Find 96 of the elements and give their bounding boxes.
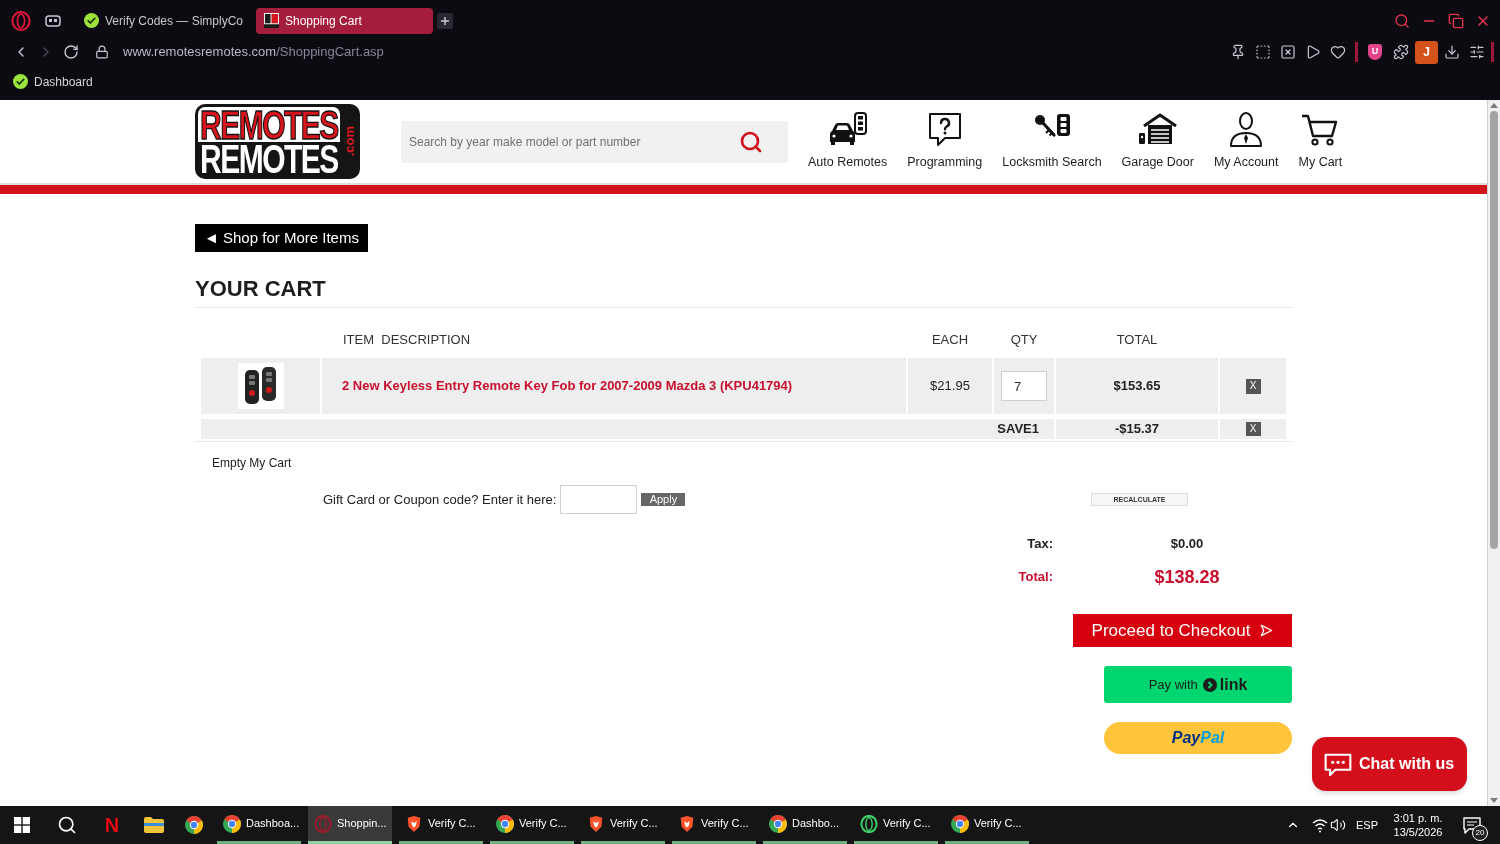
scrollbar-track[interactable] [1487,100,1500,806]
browser-tab[interactable]: Shopping Cart [256,7,433,34]
check-badge-icon [13,74,28,89]
chat-bubble-icon [1323,751,1353,777]
checkout-button[interactable]: Proceed to Checkout [1073,614,1292,647]
table-cell: $21.95 [908,358,992,414]
scroll-up-icon[interactable] [1490,103,1498,108]
triangle-arrow-icon[interactable] [1305,44,1321,60]
favicon-icon [264,13,279,28]
language-indicator[interactable]: ESP [1356,816,1378,834]
check-badge-icon [84,13,99,28]
letter-logo[interactable]: N [104,815,120,835]
sliders-icon[interactable] [1469,44,1485,60]
chat-button[interactable]: Chat with us [1312,737,1467,791]
clock-date[interactable]: 13/5/2026 [1393,825,1443,839]
summary-label: Tax: [1027,535,1053,554]
nav-link[interactable]: Programming [907,111,983,172]
column-header: ITEM DESCRIPTION [343,331,471,350]
summary-value: $0.00 [1169,535,1205,554]
taskbar-window-button[interactable]: Verify C... [490,806,574,844]
round-logo-icon [951,814,969,833]
column-header: EACH [931,331,969,350]
cart-title: YOUR CART [195,276,326,302]
coupon-field[interactable] [560,485,638,514]
restore-icon[interactable] [1448,12,1464,29]
scrollbar-thumb[interactable] [1490,111,1498,549]
quantity-field[interactable]: 7 [1001,371,1047,401]
taskbar-window-button[interactable]: Verify C... [399,806,483,844]
taskbar-window-button[interactable]: Dashbo... [763,806,847,844]
plus-icon[interactable] [437,12,453,29]
network-icon[interactable] [1312,817,1328,833]
play-arrow-icon [1260,624,1274,637]
column-header: QTY [1010,331,1038,350]
pin-icon[interactable] [1230,44,1246,60]
logo-text: REMOTES [200,142,338,176]
shield-logo-icon [405,814,423,833]
nav-link[interactable]: My Account [1213,111,1279,172]
nav-link[interactable]: Auto Remotes [808,111,888,172]
round-logo-icon [185,816,203,834]
table-cell: SAVE1 [201,419,1054,439]
product-link[interactable]: 2 New Keyless Entry Remote Key Fob for 2007-2009 Mazda 3 (KPU41794) [342,376,793,396]
clock-time[interactable]: 3:01 p. m. [1393,811,1443,825]
car-and-remote-icon [827,111,868,148]
search-icon[interactable] [57,815,77,835]
nav-link[interactable]: Garage Door [1121,111,1194,172]
selection-icon[interactable] [1255,44,1271,60]
remove-button[interactable]: X [1245,378,1261,394]
shield-logo-icon [587,814,605,833]
round-logo-icon [223,814,241,833]
logo-text: REMOTES [200,108,338,141]
taskbar-window-button[interactable]: Verify C... [581,806,665,844]
column-header: TOTAL [1116,331,1158,350]
notification-icon[interactable] [1462,815,1482,835]
extension-badge[interactable]: U [1368,44,1382,60]
taskbar-window-button[interactable]: Shoppin... [308,806,392,844]
apply-button[interactable]: Apply [641,493,686,506]
address-bar-url[interactable]: www.remotesremotes.com/ShoppingCart.asp [123,42,384,62]
browser-tab[interactable]: Verify Codes — SimplyCo [78,7,254,34]
table-cell: $153.65 [1056,358,1218,414]
bookmark-link[interactable]: Dashboard [13,72,93,91]
shop-more-button[interactable]: ◄ Shop for More Items [195,224,368,252]
coupon-label: Gift Card or Coupon code? Enter it here: [323,490,557,509]
download-icon[interactable] [1444,44,1460,60]
summary-label: Total: [1018,568,1053,587]
nav-link[interactable]: My Cart [1298,111,1343,172]
round-logo-icon [769,814,787,833]
paypal-button[interactable]: PayPal [1104,722,1292,754]
puzzle-icon[interactable] [1393,44,1409,60]
profile-button[interactable]: J [1415,40,1438,64]
taskbar-window-button[interactable]: Verify C... [854,806,938,844]
notification-count: 20 [1472,825,1488,841]
table-cell: -$15.37 [1056,419,1218,439]
taskbar-window-button[interactable]: Verify C... [672,806,756,844]
arrow-circle-icon [1202,677,1217,692]
box-x-icon[interactable] [1280,44,1296,60]
search-field[interactable]: Search by year make model or part number [401,120,788,163]
windows-logo-icon[interactable] [14,817,30,833]
nav-link[interactable]: Locksmith Search [1002,111,1102,172]
reload-icon[interactable] [63,44,79,60]
window-icon[interactable] [45,14,61,27]
taskbar-window-button[interactable]: Verify C... [945,806,1029,844]
heart-icon[interactable] [1330,44,1346,60]
remove-button[interactable]: X [1245,421,1261,436]
ring-logo-icon[interactable] [11,10,31,31]
lock-icon[interactable] [95,45,109,59]
folder-icon[interactable] [144,817,164,833]
scroll-down-icon[interactable] [1490,798,1498,803]
key-fob-drawing [237,363,284,409]
taskbar-window-button[interactable]: Dashboa... [217,806,301,844]
link-pay-button[interactable]: Pay with link [1104,666,1292,703]
round-logo-icon [496,814,514,833]
empty-cart-link[interactable]: Empty My Cart [212,454,292,472]
summary-value: $138.28 [1153,565,1221,589]
speaker-icon[interactable] [1330,817,1346,833]
logo-suffix: .com [342,126,356,157]
shield-logo-icon [678,814,696,833]
